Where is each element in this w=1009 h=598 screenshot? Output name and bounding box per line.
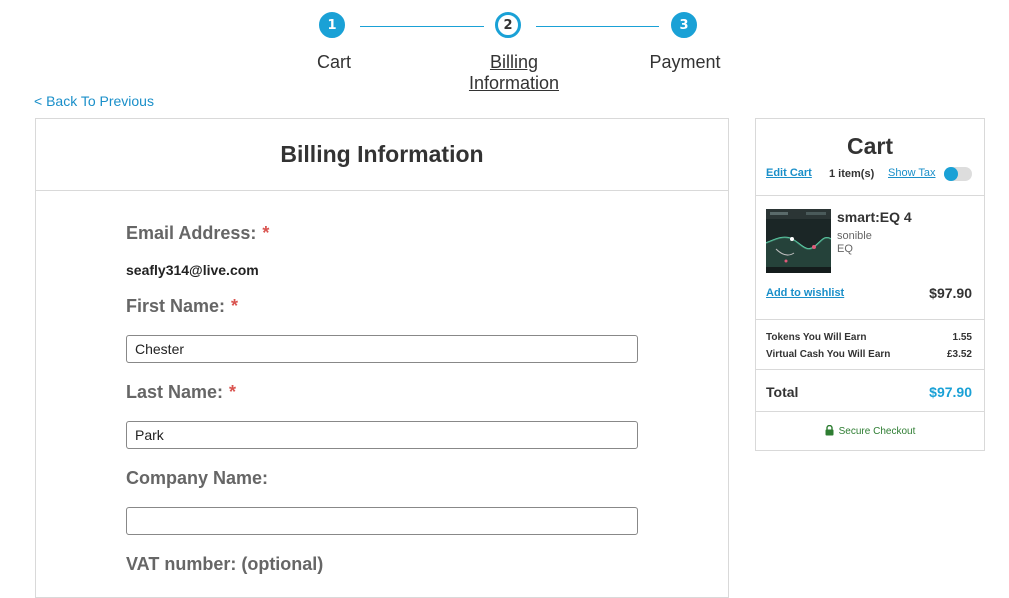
step-2-indicator: 2: [495, 12, 521, 38]
edit-cart-link[interactable]: Edit Cart: [766, 167, 812, 179]
cart-divider: [756, 319, 984, 320]
eq-plugin-image: [766, 209, 831, 273]
virtual-cash-value: £3.52: [946, 349, 972, 360]
step-1-indicator[interactable]: 1: [319, 12, 345, 38]
product-name[interactable]: smart:EQ 4: [837, 209, 912, 225]
checkout-stepper: 1 2 3 Cart Billing Information Payment: [0, 0, 1009, 100]
items-count: 1 item(s): [829, 168, 875, 180]
total-value: $97.90: [929, 384, 972, 400]
add-to-wishlist-link[interactable]: Add to wishlist: [766, 287, 844, 299]
required-asterisk: *: [229, 382, 237, 402]
back-to-previous-link[interactable]: < Back To Previous: [34, 93, 154, 109]
toggle-knob: [944, 167, 958, 181]
required-asterisk: *: [231, 296, 239, 316]
step-connector-2-3: [536, 26, 659, 27]
total-label: Total: [766, 384, 799, 400]
first-name-label-text: First Name:: [126, 296, 226, 316]
lock-icon: [825, 425, 834, 436]
tokens-value: 1.55: [952, 332, 972, 343]
product-price: $97.90: [929, 285, 972, 301]
step-1-number: 1: [327, 17, 337, 33]
product-brand: sonible: [837, 230, 872, 242]
step-1-label[interactable]: Cart: [294, 52, 374, 73]
step-3-indicator[interactable]: 3: [671, 12, 697, 38]
cart-divider: [756, 369, 984, 370]
cart-divider: [756, 195, 984, 196]
required-asterisk: *: [262, 223, 270, 243]
last-name-label-text: Last Name:: [126, 382, 224, 402]
company-name-label: Company Name:: [126, 468, 269, 488]
step-3-label[interactable]: Payment: [640, 52, 730, 73]
step-connector-1-2: [360, 26, 484, 27]
vat-number-label: VAT number: (optional): [126, 554, 324, 574]
email-value: seafly314@live.com: [126, 262, 259, 278]
step-2-number: 2: [503, 17, 513, 33]
first-name-input[interactable]: [126, 335, 638, 363]
email-label-text: Email Address:: [126, 223, 257, 243]
company-name-input[interactable]: [126, 507, 638, 535]
product-thumbnail[interactable]: [766, 209, 831, 273]
show-tax-link[interactable]: Show Tax: [888, 167, 936, 179]
cart-divider: [756, 411, 984, 412]
cart-summary-panel: Cart Edit Cart 1 item(s) Show Tax smart:…: [755, 118, 985, 451]
step-2-label: Billing Information: [468, 52, 560, 93]
cart-title: Cart: [846, 133, 893, 159]
product-category: EQ: [837, 243, 853, 255]
email-label: Email Address: *: [126, 223, 269, 244]
billing-header: Billing Information: [36, 119, 728, 191]
billing-title: Billing Information: [280, 141, 484, 167]
step-3-number: 3: [679, 17, 689, 33]
last-name-label: Last Name: *: [126, 382, 236, 403]
secure-checkout: Secure Checkout: [756, 425, 984, 437]
show-tax-toggle[interactable]: [944, 167, 972, 181]
first-name-label: First Name: *: [126, 296, 238, 317]
tokens-label: Tokens You Will Earn: [766, 332, 867, 343]
billing-information-panel: Billing Information Email Address: * seaf…: [35, 118, 729, 598]
virtual-cash-label: Virtual Cash You Will Earn: [766, 349, 891, 360]
last-name-input[interactable]: [126, 421, 638, 449]
secure-checkout-label: Secure Checkout: [838, 426, 916, 437]
